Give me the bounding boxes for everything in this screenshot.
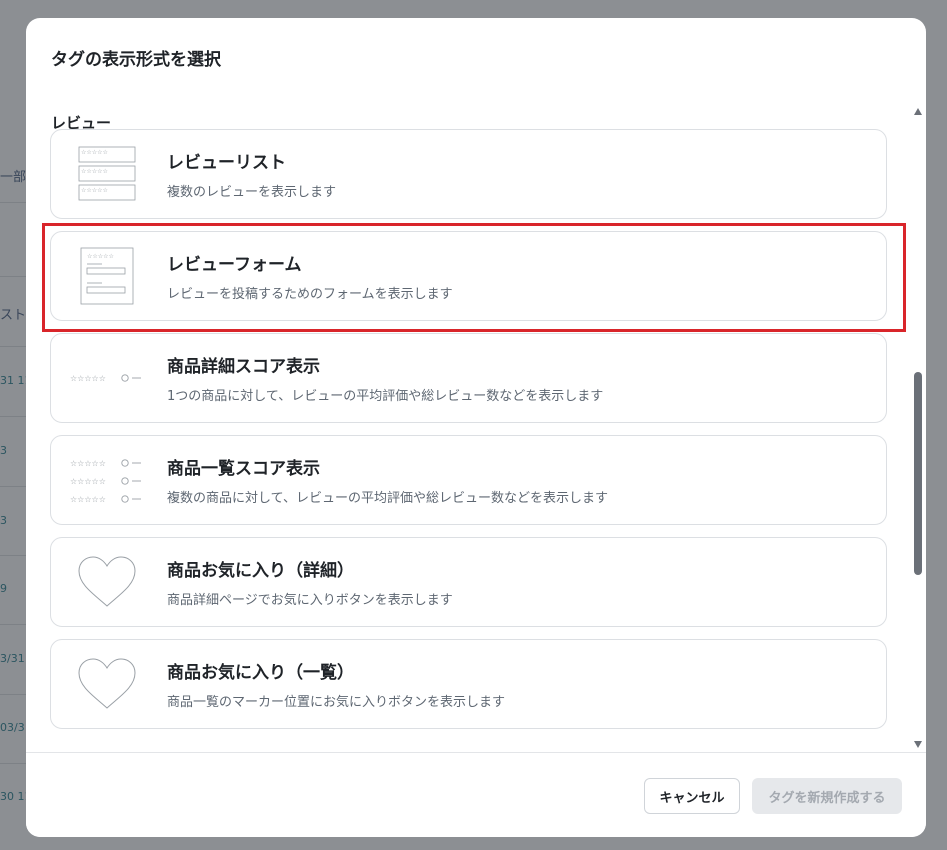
card-description: 商品一覧のマーカー位置にお気に入りボタンを表示します bbox=[167, 695, 506, 710]
dialog-title: タグの表示形式を選択 bbox=[51, 50, 221, 70]
dialog-footer: キャンセル タグを新規作成する bbox=[26, 752, 926, 837]
card-title: 商品お気に入り（詳細） bbox=[167, 561, 354, 581]
bg-fragment: 3/31 bbox=[0, 652, 25, 665]
scrollbar-thumb[interactable] bbox=[914, 372, 922, 575]
heart-icon bbox=[65, 538, 149, 626]
bg-fragment: 9 bbox=[0, 582, 7, 595]
svg-text:☆☆☆☆☆: ☆☆☆☆☆ bbox=[70, 495, 106, 504]
card-description: 複数のレビューを表示します bbox=[167, 185, 337, 200]
star-score-list-icon: ☆☆☆☆☆ ☆☆☆☆☆ ☆☆☆☆☆ bbox=[65, 436, 149, 524]
cancel-button[interactable]: キャンセル bbox=[644, 778, 740, 814]
card-title: 商品お気に入り（一覧） bbox=[167, 663, 354, 683]
heart-icon bbox=[65, 640, 149, 728]
selection-highlight bbox=[42, 223, 906, 332]
star-score-icon: ☆☆☆☆☆ bbox=[65, 334, 149, 422]
card-title: レビューリスト bbox=[167, 153, 286, 173]
svg-text:☆☆☆☆☆: ☆☆☆☆☆ bbox=[81, 187, 108, 194]
svg-text:☆☆☆☆☆: ☆☆☆☆☆ bbox=[81, 149, 108, 156]
review-list-icon: ☆☆☆☆☆ ☆☆☆☆☆ ☆☆☆☆☆ bbox=[65, 130, 149, 218]
card-title: 商品一覧スコア表示 bbox=[167, 459, 320, 479]
card-description: 商品詳細ページでお気に入りボタンを表示します bbox=[167, 593, 453, 608]
bg-fragment: 03/3 bbox=[0, 721, 25, 734]
card-description: 複数の商品に対して、レビューの平均評価や総レビュー数などを表示します bbox=[167, 491, 608, 506]
svg-text:☆☆☆☆☆: ☆☆☆☆☆ bbox=[81, 168, 108, 175]
bg-fragment: 3 bbox=[0, 444, 7, 457]
svg-text:☆☆☆☆☆: ☆☆☆☆☆ bbox=[70, 459, 106, 468]
bg-fragment: 一部 bbox=[0, 170, 27, 185]
bg-fragment: 3 bbox=[0, 514, 7, 527]
option-card-product-list-score[interactable]: ☆☆☆☆☆ ☆☆☆☆☆ ☆☆☆☆☆ 商品一覧スコア表示 複数の商品に対して、レビ… bbox=[50, 435, 887, 525]
card-title: 商品詳細スコア表示 bbox=[167, 357, 320, 377]
option-card-favorite-detail[interactable]: 商品お気に入り（詳細） 商品詳細ページでお気に入りボタンを表示します bbox=[50, 537, 887, 627]
select-tag-format-dialog: タグの表示形式を選択 レビュー ☆☆☆☆☆ ☆☆☆☆☆ ☆☆☆☆☆ レビューリス… bbox=[26, 18, 926, 837]
bg-fragment: スト bbox=[0, 308, 27, 323]
svg-text:☆☆☆☆☆: ☆☆☆☆☆ bbox=[70, 374, 106, 383]
svg-text:☆☆☆☆☆: ☆☆☆☆☆ bbox=[70, 477, 106, 486]
option-list[interactable]: レビュー ☆☆☆☆☆ ☆☆☆☆☆ ☆☆☆☆☆ レビューリスト 複数のレビューを表… bbox=[26, 92, 926, 752]
scroll-down-arrow-icon[interactable] bbox=[914, 741, 922, 748]
option-card-review-list[interactable]: ☆☆☆☆☆ ☆☆☆☆☆ ☆☆☆☆☆ レビューリスト 複数のレビューを表示します bbox=[50, 129, 887, 219]
scroll-up-arrow-icon[interactable] bbox=[914, 108, 922, 115]
option-card-favorite-list[interactable]: 商品お気に入り（一覧） 商品一覧のマーカー位置にお気に入りボタンを表示します bbox=[50, 639, 887, 729]
card-description: 1つの商品に対して、レビューの平均評価や総レビュー数などを表示します bbox=[167, 389, 604, 404]
create-tag-button[interactable]: タグを新規作成する bbox=[752, 778, 902, 814]
option-card-product-detail-score[interactable]: ☆☆☆☆☆ 商品詳細スコア表示 1つの商品に対して、レビューの平均評価や総レビュ… bbox=[50, 333, 887, 423]
